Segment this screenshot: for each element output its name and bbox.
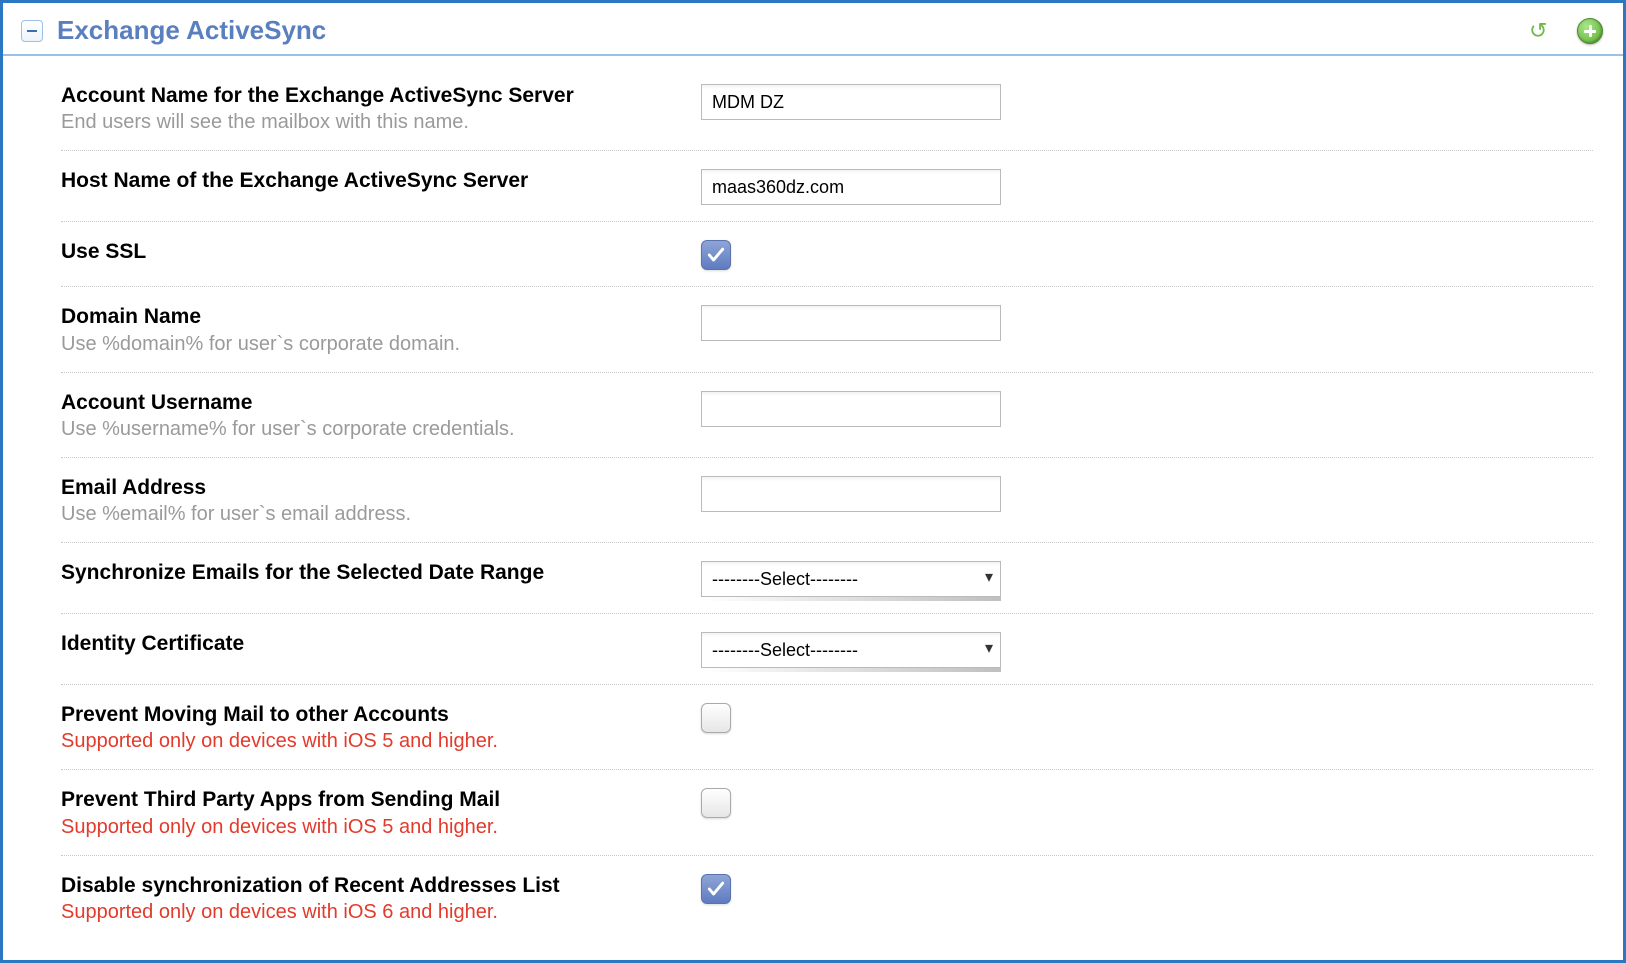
account-name-input[interactable] — [701, 84, 1001, 120]
domain-name-label: Domain Name — [61, 303, 681, 330]
row-prevent-move: Prevent Moving Mail to other Accounts Su… — [61, 685, 1593, 770]
panel-title: Exchange ActiveSync — [57, 15, 326, 46]
use-ssl-checkbox[interactable] — [701, 240, 731, 270]
add-button[interactable] — [1577, 18, 1603, 44]
disable-recent-checkbox[interactable] — [701, 874, 731, 904]
prevent-third-party-label: Prevent Third Party Apps from Sending Ma… — [61, 786, 681, 813]
header-actions: ↻ — [1525, 18, 1603, 44]
form-body: Account Name for the Exchange ActiveSync… — [3, 56, 1623, 960]
identity-cert-select[interactable]: --------Select-------- — [701, 632, 1001, 668]
panel-header: Exchange ActiveSync ↻ — [3, 3, 1623, 56]
row-account-username: Account Username Use %username% for user… — [61, 373, 1593, 458]
use-ssl-label: Use SSL — [61, 238, 681, 265]
row-host-name: Host Name of the Exchange ActiveSync Ser… — [61, 151, 1593, 222]
domain-name-input[interactable] — [701, 305, 1001, 341]
row-email-address: Email Address Use %email% for user`s ema… — [61, 458, 1593, 543]
domain-name-hint: Use %domain% for user`s corporate domain… — [61, 333, 681, 356]
refresh-button[interactable]: ↻ — [1525, 18, 1551, 44]
row-account-name: Account Name for the Exchange ActiveSync… — [61, 66, 1593, 151]
host-name-input[interactable] — [701, 169, 1001, 205]
disable-recent-label: Disable synchronization of Recent Addres… — [61, 872, 681, 899]
email-address-hint: Use %email% for user`s email address. — [61, 503, 681, 526]
prevent-move-warn: Supported only on devices with iOS 5 and… — [61, 730, 681, 753]
row-identity-cert: Identity Certificate --------Select-----… — [61, 614, 1593, 685]
check-icon — [706, 879, 726, 899]
row-disable-recent: Disable synchronization of Recent Addres… — [61, 856, 1593, 940]
account-username-label: Account Username — [61, 389, 681, 416]
refresh-icon: ↻ — [1529, 18, 1547, 44]
row-use-ssl: Use SSL — [61, 222, 1593, 287]
account-username-hint: Use %username% for user`s corporate cred… — [61, 418, 681, 441]
check-icon — [706, 245, 726, 265]
row-prevent-third-party: Prevent Third Party Apps from Sending Ma… — [61, 770, 1593, 855]
row-domain-name: Domain Name Use %domain% for user`s corp… — [61, 287, 1593, 372]
sync-range-select[interactable]: --------Select-------- — [701, 561, 1001, 597]
account-username-input[interactable] — [701, 391, 1001, 427]
account-name-hint: End users will see the mailbox with this… — [61, 111, 681, 134]
prevent-move-label: Prevent Moving Mail to other Accounts — [61, 701, 681, 728]
minus-icon — [27, 30, 37, 32]
email-address-input[interactable] — [701, 476, 1001, 512]
row-sync-range: Synchronize Emails for the Selected Date… — [61, 543, 1593, 614]
prevent-move-checkbox[interactable] — [701, 703, 731, 733]
collapse-toggle[interactable] — [21, 20, 43, 42]
prevent-third-party-warn: Supported only on devices with iOS 5 and… — [61, 816, 681, 839]
host-name-label: Host Name of the Exchange ActiveSync Ser… — [61, 167, 681, 194]
prevent-third-party-checkbox[interactable] — [701, 788, 731, 818]
account-name-label: Account Name for the Exchange ActiveSync… — [61, 82, 681, 109]
exchange-activesync-panel: Exchange ActiveSync ↻ Account Name for t… — [0, 0, 1626, 963]
email-address-label: Email Address — [61, 474, 681, 501]
identity-cert-label: Identity Certificate — [61, 630, 681, 657]
disable-recent-warn: Supported only on devices with iOS 6 and… — [61, 901, 681, 924]
sync-range-label: Synchronize Emails for the Selected Date… — [61, 559, 681, 586]
